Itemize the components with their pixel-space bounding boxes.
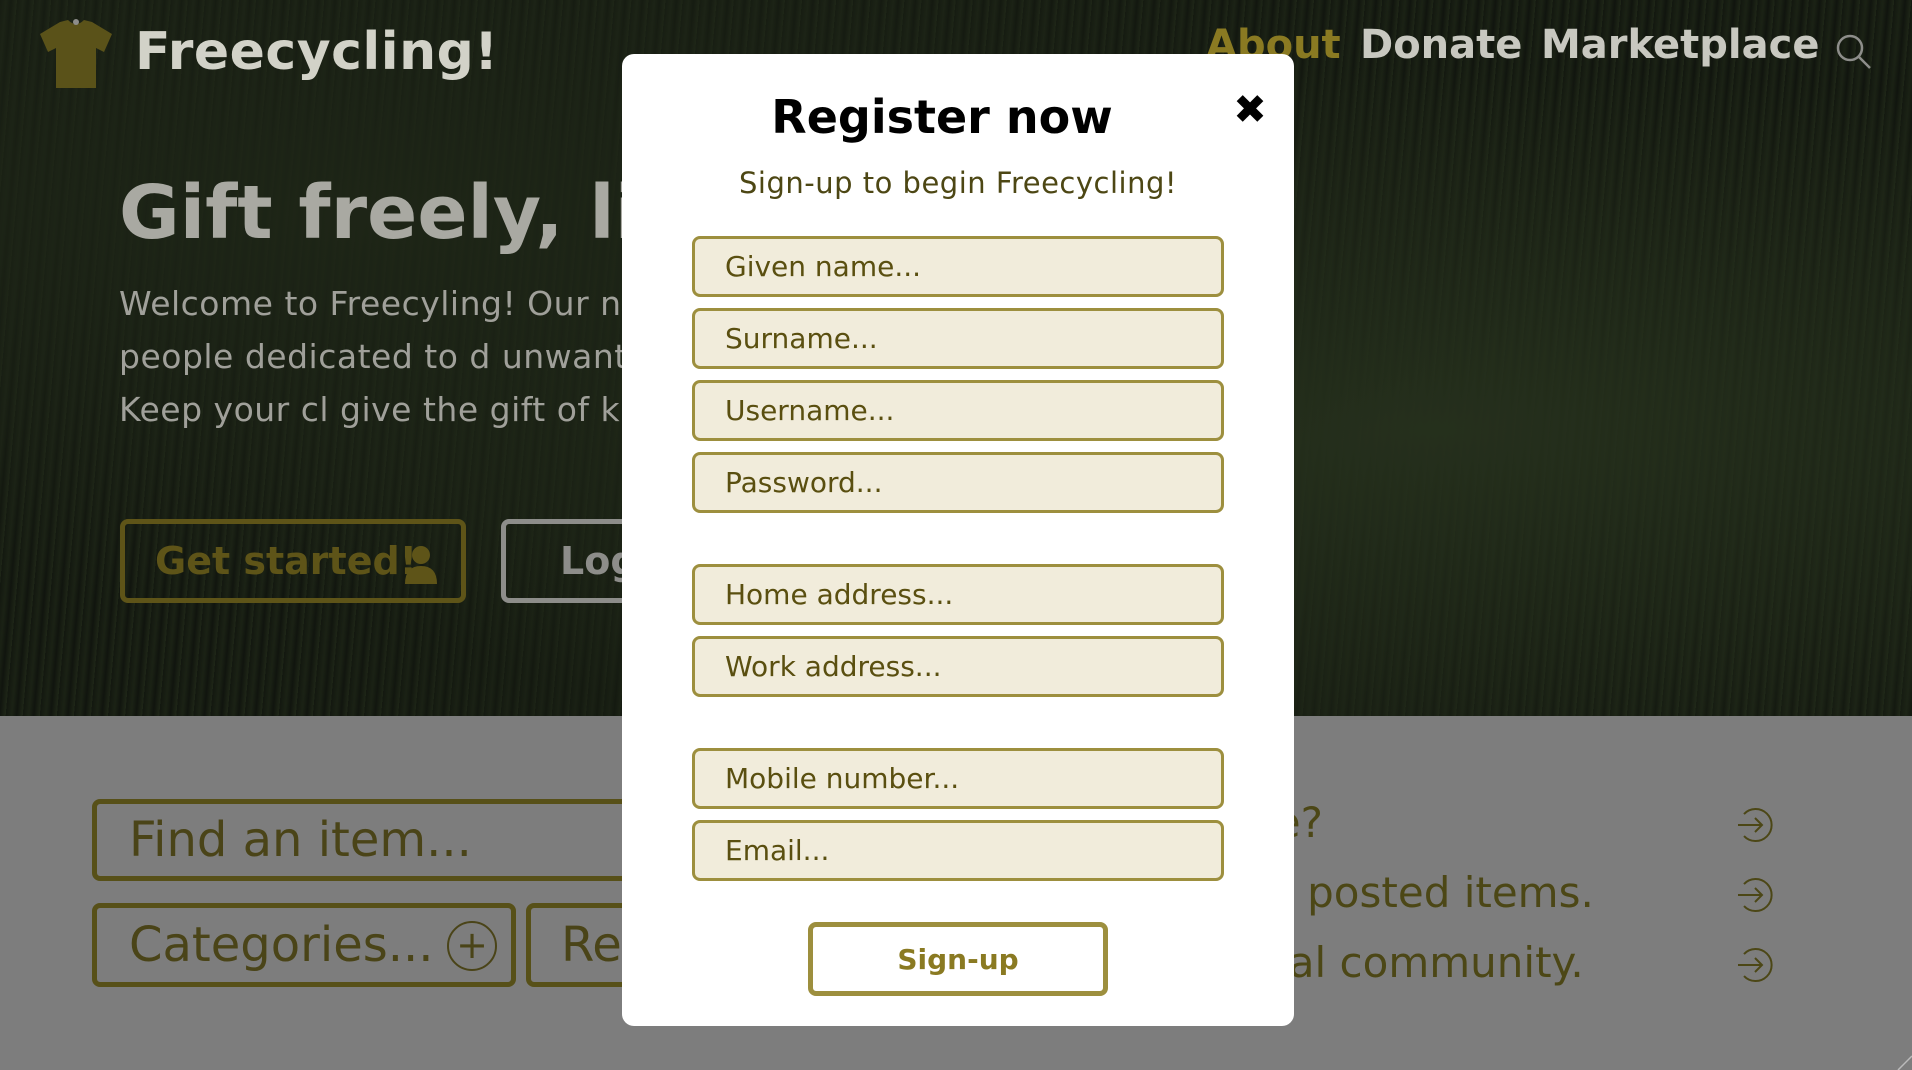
categories-label: Categories...	[129, 917, 434, 973]
signup-button[interactable]: Sign-up	[808, 922, 1108, 996]
home-address-field[interactable]	[692, 564, 1224, 625]
modal-subtitle: Sign-up to begin Freecycling!	[739, 166, 1177, 200]
register-modal: Register now ✖ Sign-up to begin Freecycl…	[622, 54, 1294, 1026]
resize-grip-icon[interactable]	[1896, 1054, 1912, 1070]
modal-title: Register now	[771, 90, 1113, 144]
search-icon[interactable]	[1834, 32, 1872, 70]
plus-icon[interactable]: +	[447, 921, 497, 971]
close-icon[interactable]: ✖	[1230, 90, 1270, 130]
brand-name[interactable]: Freecycling!	[135, 22, 499, 82]
mobile-number-field[interactable]	[692, 748, 1224, 809]
arrow-right-icon[interactable]	[1736, 946, 1774, 984]
nav-marketplace[interactable]: Marketplace	[1541, 22, 1819, 68]
password-field[interactable]	[692, 452, 1224, 513]
categories-select[interactable]: Categories... +	[92, 903, 516, 987]
arrow-right-icon[interactable]	[1736, 806, 1774, 844]
given-name-field[interactable]	[692, 236, 1224, 297]
arrow-right-icon[interactable]	[1736, 876, 1774, 914]
surname-field[interactable]	[692, 308, 1224, 369]
person-icon	[405, 546, 437, 584]
email-field[interactable]	[692, 820, 1224, 881]
username-field[interactable]	[692, 380, 1224, 441]
get-started-button[interactable]: Get started!	[120, 519, 466, 603]
work-address-field[interactable]	[692, 636, 1224, 697]
get-started-label: Get started!	[155, 539, 417, 583]
tshirt-icon[interactable]	[38, 18, 114, 90]
nav-donate[interactable]: Donate	[1360, 22, 1522, 68]
